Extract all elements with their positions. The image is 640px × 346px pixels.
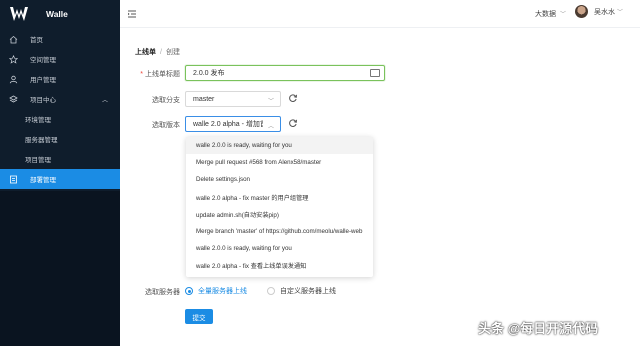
sidebar-item-users[interactable]: 用户管理 bbox=[0, 69, 120, 89]
server-radio-group: 全量服务器上线 自定义服务器上线 bbox=[185, 286, 336, 296]
version-select-value: walle 2.0 alpha - 增加首 bbox=[193, 121, 263, 128]
chevron-down-icon: ﹀ bbox=[617, 10, 624, 16]
version-option[interactable]: Merge branch 'master' of https://github.… bbox=[186, 223, 373, 240]
required-marker: * bbox=[140, 71, 143, 78]
radio-full-servers[interactable] bbox=[185, 287, 193, 295]
title-label: * 上线单标题 bbox=[120, 69, 180, 79]
title-label-text: 上线单标题 bbox=[145, 71, 180, 78]
sidebar-item-label: 服务器管理 bbox=[25, 137, 58, 144]
branch-select[interactable]: master ﹀ bbox=[185, 91, 281, 107]
radio-custom-servers[interactable] bbox=[267, 287, 275, 295]
space-name: 大数据 bbox=[535, 11, 556, 18]
sidebar-item-servers[interactable]: 服务器管理 bbox=[0, 129, 120, 149]
sidebar-item-label: 部署管理 bbox=[30, 177, 56, 184]
walle-logo-icon bbox=[10, 7, 28, 21]
branch-select-value: master bbox=[193, 95, 215, 103]
version-option[interactable]: walle 2.0 alpha - fix master 的用户组管理 bbox=[186, 189, 373, 206]
version-option[interactable]: update admin.sh(自动安装pip) bbox=[186, 206, 373, 223]
version-label: 选取版本 bbox=[152, 122, 180, 129]
breadcrumb-root[interactable]: 上线单 bbox=[135, 49, 156, 56]
user-icon bbox=[9, 75, 18, 84]
sidebar-item-home[interactable]: 首页 bbox=[0, 29, 120, 49]
top-header: 大数据 ﹀ 吴水水 ﹀ bbox=[120, 0, 640, 28]
user-name: 吴水水 bbox=[594, 8, 615, 16]
brand[interactable]: Walle bbox=[0, 0, 120, 28]
home-icon bbox=[9, 35, 18, 44]
chevron-down-icon: ﹀ bbox=[559, 12, 566, 18]
chevron-up-icon: ︿ bbox=[101, 97, 108, 104]
version-option[interactable]: walle 2.0.0 is ready, waiting for you bbox=[186, 137, 373, 155]
sidebar-item-label: 项目中心 bbox=[30, 97, 56, 104]
sidebar-item-label: 空间管理 bbox=[30, 57, 56, 64]
version-dropdown: walle 2.0.0 is ready, waiting for you Me… bbox=[186, 137, 373, 277]
version-option[interactable]: walle 2.0.0 is ready, waiting for you bbox=[186, 240, 373, 257]
sidebar-item-deploy[interactable]: 部署管理 bbox=[0, 169, 120, 189]
sidebar-item-label: 首页 bbox=[30, 37, 43, 44]
version-select[interactable]: walle 2.0 alpha - 增加首 ︿ bbox=[185, 116, 281, 132]
refresh-icon[interactable] bbox=[288, 118, 298, 128]
sidebar-item-project-center[interactable]: 项目中心 ︿ bbox=[0, 89, 120, 109]
star-icon bbox=[9, 54, 18, 64]
watermark: 头条 @每日开源代码 bbox=[478, 321, 599, 336]
title-input[interactable]: 2.0.0 发布 bbox=[185, 65, 385, 81]
version-option[interactable]: walle 2.0 alpha - fix 查看上线单误发通知 bbox=[186, 257, 373, 274]
radio-custom-servers-label[interactable]: 自定义服务器上线 bbox=[280, 286, 336, 296]
avatar bbox=[575, 5, 588, 18]
sidebar-item-label: 用户管理 bbox=[30, 77, 56, 84]
chevron-up-icon: ︿ bbox=[267, 124, 274, 130]
breadcrumb: 上线单 / 创建 bbox=[135, 47, 180, 57]
chevron-down-icon: ﹀ bbox=[267, 99, 274, 105]
sidebar-nav: 首页 空间管理 用户管理 项目中心 ︿ 环境管理 服务器管理 项目管理 部署管理 bbox=[0, 29, 120, 189]
sidebar-footer bbox=[0, 191, 120, 346]
space-switcher[interactable]: 大数据 ﹀ bbox=[535, 9, 566, 19]
version-option[interactable]: Delete settings.json bbox=[186, 171, 373, 188]
sidebar-item-label: 项目管理 bbox=[25, 157, 51, 164]
radio-full-servers-label[interactable]: 全量服务器上线 bbox=[198, 286, 247, 296]
submit-button[interactable]: 提交 bbox=[185, 309, 213, 324]
menu-fold-icon[interactable] bbox=[127, 9, 137, 19]
refresh-icon[interactable] bbox=[288, 93, 298, 103]
sidebar-item-projects[interactable]: 项目管理 bbox=[0, 149, 120, 169]
breadcrumb-current: 创建 bbox=[165, 49, 180, 56]
keyboard-icon bbox=[370, 69, 380, 77]
sidebar-item-environments[interactable]: 环境管理 bbox=[0, 109, 120, 129]
sidebar-item-label: 环境管理 bbox=[25, 117, 51, 124]
app-name: Walle bbox=[46, 9, 68, 19]
title-input-value: 2.0.0 发布 bbox=[193, 70, 225, 77]
server-label: 选取服务器 bbox=[145, 289, 180, 296]
sidebar-item-spaces[interactable]: 空间管理 bbox=[0, 49, 120, 69]
deploy-icon bbox=[9, 175, 18, 184]
layers-icon bbox=[9, 95, 18, 104]
breadcrumb-separator: / bbox=[160, 49, 162, 56]
sidebar: Walle 首页 空间管理 用户管理 项目中心 ︿ 环境管理 服务器管理 项目管… bbox=[0, 0, 120, 346]
version-option[interactable]: Merge pull request #568 from Alenx58/mas… bbox=[186, 154, 373, 171]
user-menu[interactable]: 吴水水 ﹀ bbox=[575, 5, 623, 18]
branch-label: 选取分支 bbox=[152, 97, 180, 104]
